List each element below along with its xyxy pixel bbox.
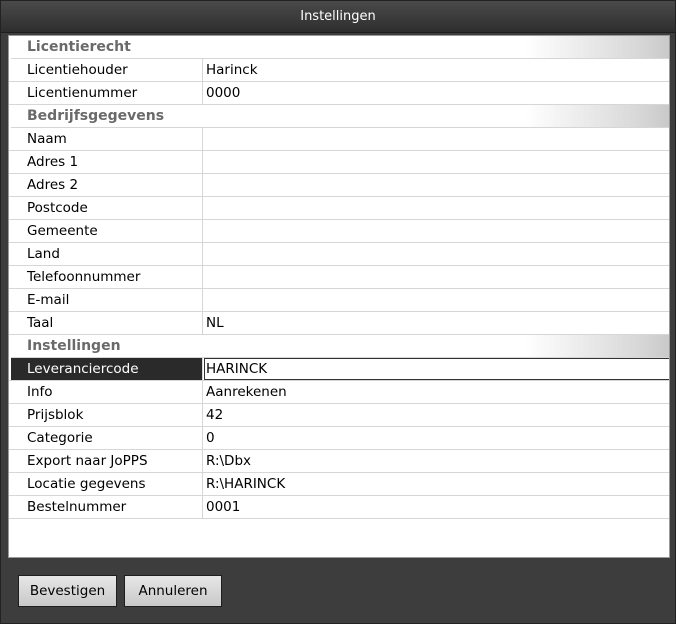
property-value[interactable] — [204, 151, 669, 173]
property-row[interactable]: Info Aanrekenen — [9, 381, 669, 404]
property-row[interactable]: Licentiehouder Harinck — [9, 59, 669, 82]
property-row[interactable]: Categorie 0 — [9, 427, 669, 450]
property-value[interactable]: R:\Dbx — [204, 450, 669, 472]
property-value[interactable]: R:\HARINCK — [204, 473, 669, 495]
property-value[interactable] — [204, 289, 669, 311]
property-row[interactable]: E-mail — [9, 289, 669, 312]
property-name[interactable]: Categorie — [11, 427, 203, 449]
property-name[interactable]: Adres 1 — [11, 151, 203, 173]
property-name[interactable]: Locatie gegevens — [11, 473, 203, 495]
property-grid: Licentierecht Licentiehouder Harinck Licent… — [8, 35, 670, 558]
property-name[interactable]: Export naar JoPPS — [11, 450, 203, 472]
property-row[interactable]: Export naar JoPPS R:\Dbx — [9, 450, 669, 473]
property-name[interactable]: Info — [11, 381, 203, 403]
category-header[interactable]: Instellingen — [11, 335, 669, 358]
settings-window: Instellingen Licentierecht Licentiehouder… — [0, 0, 676, 624]
property-name[interactable]: Telefoonnummer — [11, 266, 203, 288]
property-row[interactable]: Land — [9, 243, 669, 266]
property-row[interactable]: Postcode — [9, 197, 669, 220]
property-value[interactable]: HARINCK — [204, 358, 669, 380]
property-name[interactable]: Postcode — [11, 197, 203, 219]
property-value[interactable]: NL — [204, 312, 669, 334]
property-name[interactable]: E-mail — [11, 289, 203, 311]
property-value[interactable]: 42 — [204, 404, 669, 426]
category-header[interactable]: Licentierecht — [11, 36, 669, 59]
property-value[interactable] — [204, 174, 669, 196]
property-row[interactable]: Telefoonnummer — [9, 266, 669, 289]
property-value[interactable]: 0 — [204, 427, 669, 449]
confirm-button[interactable]: Bevestigen — [18, 575, 117, 607]
property-row[interactable]: Locatie gegevens R:\HARINCK — [9, 473, 669, 496]
property-row[interactable]: Adres 2 — [9, 174, 669, 197]
property-name[interactable]: Leveranciercode — [11, 358, 203, 380]
property-name[interactable]: Adres 2 — [11, 174, 203, 196]
property-value[interactable]: Aanrekenen — [204, 381, 669, 403]
property-name[interactable]: Licentiehouder — [11, 59, 203, 81]
property-row[interactable]: Licentienummer 0000 — [9, 82, 669, 105]
property-value[interactable]: Harinck — [204, 59, 669, 81]
property-row[interactable]: Prijsblok 42 — [9, 404, 669, 427]
property-row[interactable]: Gemeente — [9, 220, 669, 243]
property-name[interactable]: Licentienummer — [11, 82, 203, 104]
property-row[interactable]: Adres 1 — [9, 151, 669, 174]
property-value[interactable]: 0001 — [204, 496, 669, 518]
property-value[interactable] — [204, 128, 669, 150]
property-name[interactable]: Land — [11, 243, 203, 265]
property-name[interactable]: Naam — [11, 128, 203, 150]
property-row[interactable]: Naam — [9, 128, 669, 151]
property-name[interactable]: Bestelnummer — [11, 496, 203, 518]
property-value[interactable] — [204, 266, 669, 288]
category-header[interactable]: Bedrijfsgegevens — [11, 105, 669, 128]
property-name[interactable]: Gemeente — [11, 220, 203, 242]
property-name[interactable]: Prijsblok — [11, 404, 203, 426]
property-value[interactable] — [204, 197, 669, 219]
property-value[interactable] — [204, 220, 669, 242]
property-row[interactable]: Taal NL — [9, 312, 669, 335]
property-value[interactable]: 0000 — [204, 82, 669, 104]
property-name[interactable]: Taal — [11, 312, 203, 334]
window-title: Instellingen — [1, 1, 675, 33]
property-row[interactable]: Bestelnummer 0001 — [9, 496, 669, 519]
property-value[interactable] — [204, 243, 669, 265]
property-row[interactable]: Leveranciercode HARINCK — [9, 358, 669, 381]
cancel-button[interactable]: Annuleren — [124, 575, 222, 607]
